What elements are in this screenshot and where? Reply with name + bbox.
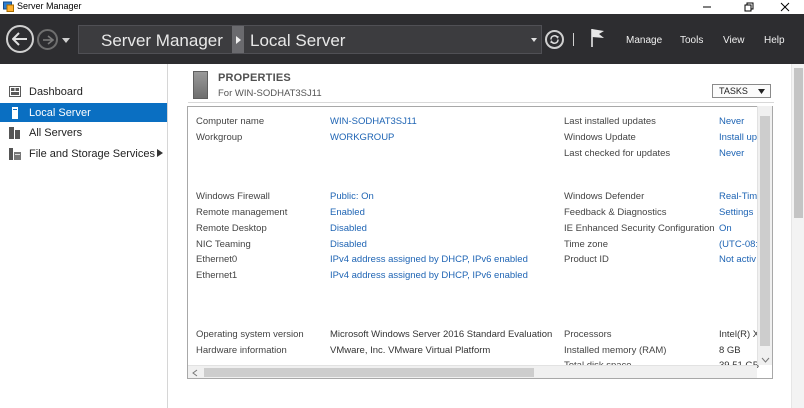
property-label: Remote management xyxy=(196,207,288,218)
property-label: Windows Defender xyxy=(564,191,645,202)
property-label: Product ID xyxy=(564,254,609,265)
property-label: Workgroup xyxy=(196,132,243,143)
storage-icon xyxy=(9,147,21,160)
minimize-button[interactable] xyxy=(696,0,718,14)
property-label: IE Enhanced Security Configuration xyxy=(564,223,715,234)
remote-desktop-link[interactable]: Disabled xyxy=(330,223,367,234)
property-label: Processors xyxy=(564,329,612,340)
properties-title: PROPERTIES xyxy=(218,72,291,84)
forward-button[interactable] xyxy=(37,29,58,50)
property-label: Last checked for updates xyxy=(564,148,671,159)
property-label: Operating system version xyxy=(196,329,304,340)
minimize-icon xyxy=(703,6,711,8)
scrollbar-thumb[interactable] xyxy=(204,368,534,377)
properties-panel: Computer name Workgroup Windows Firewall… xyxy=(187,106,773,379)
scroll-left-icon[interactable] xyxy=(192,369,198,377)
header-divider-line xyxy=(188,102,774,103)
property-label: Computer name xyxy=(196,116,265,127)
sidebar-item-label: File and Storage Services xyxy=(29,147,155,160)
property-label: NIC Teaming xyxy=(196,239,251,250)
last-checked-updates-link[interactable]: Never xyxy=(719,148,744,159)
windows-firewall-link[interactable]: Public: On xyxy=(330,191,374,202)
sidebar: Dashboard Local Server All Servers File … xyxy=(0,64,168,408)
menu-view[interactable]: View xyxy=(723,35,745,46)
scrollbar-thumb[interactable] xyxy=(794,68,803,218)
refresh-button[interactable] xyxy=(545,30,564,49)
property-label: Feedback & Diagnostics xyxy=(564,207,667,218)
properties-vertical-scrollbar[interactable] xyxy=(757,106,772,365)
server-manager-app-icon xyxy=(3,1,14,12)
property-label: Installed memory (RAM) xyxy=(564,345,667,356)
hardware-info-value: VMware, Inc. VMware Virtual Platform xyxy=(330,345,491,356)
scroll-down-icon[interactable] xyxy=(761,357,770,363)
back-button[interactable] xyxy=(6,25,34,53)
computer-name-link[interactable]: WIN-SODHAT3SJ11 xyxy=(330,116,417,127)
windows-update-link[interactable]: Install up xyxy=(719,132,757,143)
breadcrumb: Server Manager Local Server xyxy=(78,25,542,54)
ethernet0-link[interactable]: IPv4 address assigned by DHCP, IPv6 enab… xyxy=(330,254,528,265)
workgroup-link[interactable]: WORKGROUP xyxy=(330,132,394,143)
menu-manage[interactable]: Manage xyxy=(626,35,662,46)
close-button[interactable] xyxy=(774,0,796,14)
property-label: Remote Desktop xyxy=(196,223,267,234)
installed-memory-value: 8 GB xyxy=(719,345,741,356)
breadcrumb-separator-button[interactable] xyxy=(232,26,244,53)
property-label: Hardware information xyxy=(196,345,287,356)
title-bar: Server Manager xyxy=(0,0,804,14)
header-bar: Server Manager Local Server Manage Tools… xyxy=(0,14,804,64)
refresh-icon xyxy=(550,35,559,44)
chevron-down-icon xyxy=(758,89,765,94)
os-version-value: Microsoft Windows Server 2016 Standard E… xyxy=(330,329,553,340)
windows-defender-link[interactable]: Real-Tim xyxy=(719,191,757,202)
property-label: Time zone xyxy=(564,239,608,250)
notifications-flag-icon[interactable] xyxy=(590,28,606,48)
server-tile-icon xyxy=(193,71,208,99)
submenu-arrow-icon[interactable] xyxy=(157,149,163,157)
arrow-right-icon xyxy=(42,34,54,45)
window-title: Server Manager xyxy=(17,1,82,11)
remote-management-link[interactable]: Enabled xyxy=(330,207,365,218)
sidebar-item-all-servers[interactable]: All Servers xyxy=(0,123,167,142)
sidebar-item-label: Local Server xyxy=(29,106,91,119)
chevron-down-icon xyxy=(62,37,70,43)
sidebar-item-label: Dashboard xyxy=(29,85,83,98)
local-server-icon xyxy=(9,106,21,119)
sidebar-item-local-server[interactable]: Local Server xyxy=(0,103,167,122)
last-installed-updates-link[interactable]: Never xyxy=(719,116,744,127)
history-dropdown-button[interactable] xyxy=(61,35,71,45)
all-servers-icon xyxy=(9,126,21,139)
processors-value: Intel(R) X xyxy=(719,329,760,340)
properties-subtitle: For WIN-SODHAT3SJ11 xyxy=(218,88,322,99)
breadcrumb-server-manager[interactable]: Server Manager xyxy=(101,31,223,51)
sidebar-item-label: All Servers xyxy=(29,126,83,139)
sidebar-item-file-and-storage-services[interactable]: File and Storage Services xyxy=(0,144,167,163)
caret-right-icon xyxy=(235,35,241,44)
tasks-button[interactable]: TASKS xyxy=(712,84,771,98)
properties-horizontal-scrollbar[interactable] xyxy=(188,365,757,378)
ie-esc-link[interactable]: On xyxy=(719,223,732,234)
header-divider xyxy=(573,33,574,46)
property-label: Last installed updates xyxy=(564,116,656,127)
page-vertical-scrollbar[interactable] xyxy=(791,64,804,408)
arrow-left-icon xyxy=(12,32,27,46)
restore-icon xyxy=(744,2,754,12)
dashboard-icon xyxy=(9,86,21,98)
menu-help[interactable]: Help xyxy=(764,35,785,46)
ethernet1-link[interactable]: IPv4 address assigned by DHCP, IPv6 enab… xyxy=(330,270,528,281)
close-icon xyxy=(780,2,790,12)
menu-tools[interactable]: Tools xyxy=(680,35,703,46)
property-label: Windows Firewall xyxy=(196,191,270,202)
breadcrumb-local-server[interactable]: Local Server xyxy=(250,31,345,51)
nic-teaming-link[interactable]: Disabled xyxy=(330,239,367,250)
tasks-label: TASKS xyxy=(719,86,748,96)
restore-button[interactable] xyxy=(738,0,760,14)
product-id-link[interactable]: Not activ xyxy=(719,254,756,265)
sidebar-item-dashboard[interactable]: Dashboard xyxy=(0,82,167,101)
property-label: Windows Update xyxy=(564,132,636,143)
feedback-diagnostics-link[interactable]: Settings xyxy=(719,207,753,218)
scrollbar-thumb[interactable] xyxy=(760,116,770,346)
property-label: Ethernet1 xyxy=(196,270,238,281)
property-label: Ethernet0 xyxy=(196,254,238,265)
breadcrumb-dropdown-icon[interactable] xyxy=(531,37,537,43)
